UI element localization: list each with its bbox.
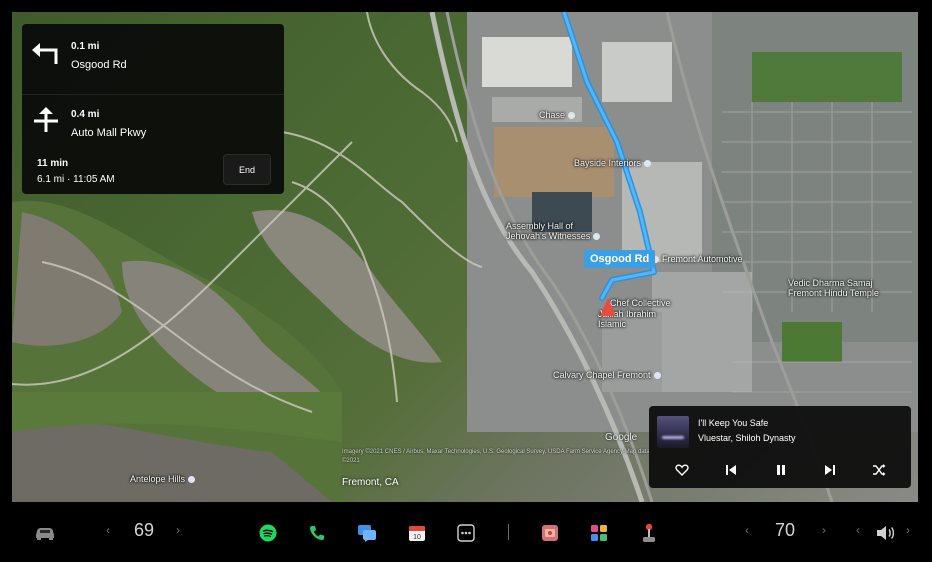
trip-duration: 11 min [37, 158, 69, 169]
messages-icon [358, 525, 376, 542]
poi-marker-icon [644, 160, 652, 168]
phone-app-button[interactable] [306, 519, 328, 547]
turn-distance: 0.1 mi [71, 41, 100, 52]
album-art[interactable] [657, 416, 689, 448]
turn-instruction-2[interactable]: 0.4 mi Auto Mall Pkwy [22, 92, 284, 148]
song-title: I'll Keep You Safe [698, 418, 769, 428]
calendar-app-button[interactable]: 10 [406, 519, 428, 547]
trip-distance-eta: 6.1 mi · 11:05 AM [37, 174, 115, 185]
previous-track-icon [726, 465, 736, 475]
map-place-label[interactable]: Vedic Dharma Samaj Fremont Hindu Temple [788, 278, 908, 298]
driver-temp-down-icon[interactable]: ‹ [106, 523, 110, 537]
next-track-button[interactable] [820, 462, 840, 478]
car-controls-button[interactable] [32, 519, 58, 547]
driver-temp-up-icon[interactable]: › [176, 523, 180, 537]
map-place-label[interactable]: Chef Collective [610, 298, 671, 308]
vehicle-position-icon [600, 298, 616, 316]
turn-instruction-1[interactable]: 0.1 mi Osgood Rd [22, 24, 284, 80]
passenger-temperature[interactable]: 70 [775, 520, 795, 541]
poi-marker-icon [188, 476, 196, 484]
passenger-temp-down-icon[interactable]: ‹ [745, 523, 749, 537]
current-road-label: Osgood Rd [584, 250, 656, 268]
car-icon [36, 528, 54, 540]
passenger-temp-up-icon[interactable]: › [822, 523, 826, 537]
media-player-card: I'll Keep You Safe Vluestar, Shiloh Dyna… [649, 406, 911, 488]
google-logo: Google [605, 432, 638, 443]
map-attribution: Imagery ©2021 CNES / Airbus, Maxar Techn… [342, 449, 650, 464]
heart-icon [675, 464, 689, 476]
turn-distance: 0.4 mi [71, 109, 100, 120]
favorite-button[interactable] [672, 462, 692, 478]
pause-button[interactable] [771, 462, 791, 478]
spotify-icon [259, 524, 277, 542]
map-place-label[interactable]: Calvary Chapel Fremont [553, 370, 661, 380]
driver-temperature[interactable]: 69 [134, 520, 154, 541]
map-place-label[interactable]: Fremont Automotive [652, 254, 743, 264]
volume-down-icon[interactable]: ‹ [856, 523, 860, 537]
joystick-icon [643, 523, 655, 542]
tesla-screen: Chase Bayside Interiors Assembly Hall of… [0, 0, 932, 562]
trip-summary: 11 min 6.1 mi · 11:05 AM [37, 158, 115, 185]
map-place-label[interactable]: Assembly Hall of Jehovah's Witnesses [506, 221, 602, 241]
bottom-taskbar: ‹ 69 › 10 ‹ 70 › ‹ › [0, 506, 932, 562]
taskbar-divider [508, 524, 509, 540]
map-place-label[interactable]: Antelope Hills [130, 474, 196, 484]
shuffle-icon [873, 464, 886, 476]
shuffle-button[interactable] [869, 462, 889, 478]
phone-icon [310, 526, 324, 540]
navigation-card: 0.1 mi Osgood Rd 0.4 mi Auto Mall Pkwy 1… [22, 24, 284, 194]
next-track-icon [825, 465, 835, 475]
messages-app-button[interactable] [355, 519, 379, 547]
more-apps-icon [457, 524, 475, 542]
pause-icon [777, 465, 785, 475]
city-label: Fremont, CA [342, 477, 399, 488]
end-navigation-button[interactable]: End [223, 154, 271, 185]
map-place-label[interactable]: Chase [539, 110, 576, 120]
intersection-arrow-icon [34, 107, 58, 132]
spotify-app-button[interactable] [257, 519, 279, 547]
volume-icon [877, 526, 895, 540]
toybox-icon [542, 525, 558, 541]
turn-street: Auto Mall Pkwy [71, 127, 147, 139]
map-place-label[interactable]: Bayside Interiors [574, 158, 652, 168]
app-launcher-icon [591, 525, 607, 541]
calendar-icon: 10 [409, 526, 425, 541]
toybox-app-button[interactable] [539, 519, 561, 547]
svg-text:10: 10 [413, 534, 421, 541]
poi-marker-icon [568, 112, 576, 120]
volume-up-icon[interactable]: › [906, 523, 910, 537]
arcade-app-button[interactable] [638, 519, 660, 547]
poi-marker-icon [593, 233, 601, 241]
turn-left-arrow-icon [32, 43, 58, 64]
volume-button[interactable] [874, 519, 898, 547]
more-apps-button[interactable] [455, 519, 477, 547]
turn-street: Osgood Rd [71, 59, 127, 71]
app-launcher-button[interactable] [588, 519, 610, 547]
song-artist: Vluestar, Shiloh Dynasty [698, 433, 796, 443]
poi-marker-icon [653, 372, 661, 380]
previous-track-button[interactable] [721, 462, 741, 478]
